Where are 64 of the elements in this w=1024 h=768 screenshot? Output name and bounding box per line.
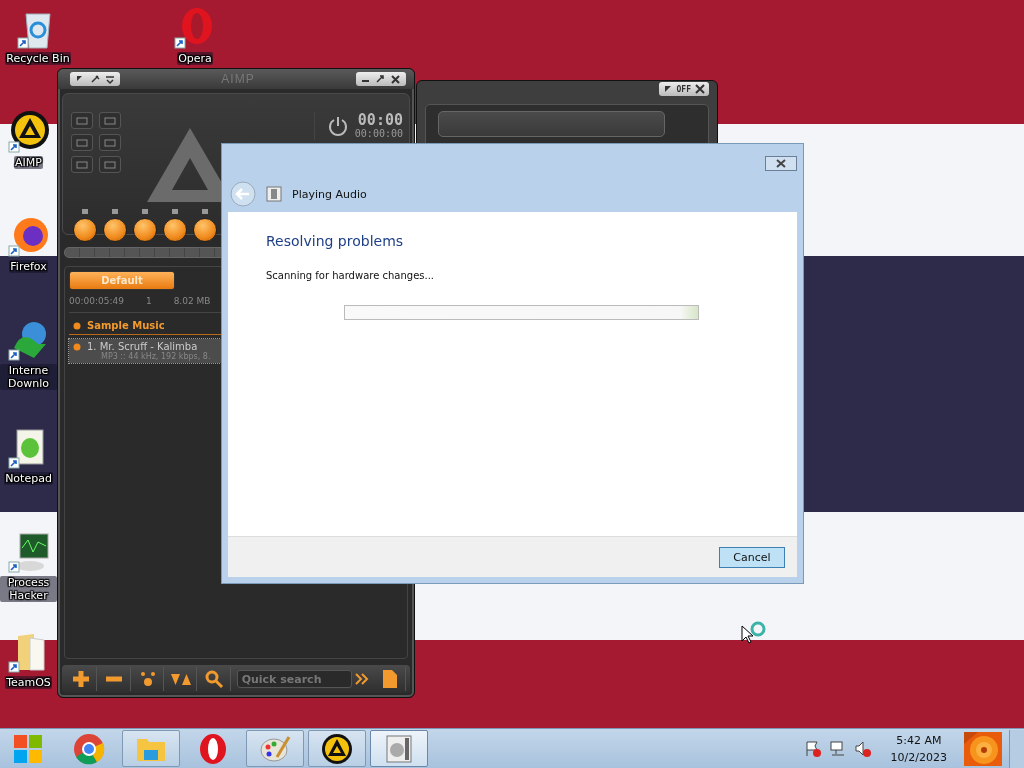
file-icon [381,669,398,689]
desktop-icon-label[interactable]: Firefox [9,260,48,273]
transport-button[interactable] [73,218,97,242]
rectangle-icon [75,159,89,170]
plus-icon [71,669,92,689]
equalizer-button-strip[interactable]: OFF [658,82,709,96]
group-dot-icon [73,321,81,330]
clock-time: 5:42 AM [896,732,942,749]
transport-symbol-icon [201,208,209,215]
rectangle-icon [103,159,117,170]
rectangle-icon [75,137,89,148]
rectangle-icon [75,115,89,126]
windows-logo-icon [13,733,43,764]
aimp-icon [321,732,353,765]
close-icon [776,158,786,168]
clock[interactable]: 5:42 AM 10/2/2023 [890,731,947,766]
transport-symbol-icon [141,208,149,215]
window-control-buttons[interactable] [356,72,406,86]
taskbar-button[interactable] [308,730,366,767]
transport-button[interactable] [163,218,187,242]
playlist-size: 8.02 MB [173,296,211,306]
desktop-icon-label[interactable]: Opera [177,52,213,65]
corner-icon [662,84,673,94]
track-dot-icon [73,342,81,351]
transport-button[interactable] [133,218,157,242]
power-icon[interactable] [326,115,349,137]
cancel-button[interactable]: Cancel [719,546,785,568]
clock-date: 10/2/2023 [890,749,947,766]
transport-symbol-icon [81,208,89,215]
playlist-duration: 00:00:05:49 [69,296,124,306]
desktop-icon-label[interactable]: AIMP [14,156,43,169]
opera-icon [197,732,229,765]
group-title[interactable]: Sample Music [87,320,165,331]
monitor-icon[interactable] [7,530,50,574]
close-button[interactable] [765,155,797,171]
transport-symbol-icon [171,208,179,215]
chrome-icon [73,732,105,765]
dialog-title: Playing Audio [292,187,367,201]
transport-button[interactable] [103,218,127,242]
aimp-icon[interactable] [7,110,50,154]
rectangle-icon [103,115,117,126]
time-display: 00:00 [357,112,403,128]
desktop-icon-label[interactable]: Recycle Bin [5,52,71,65]
transport-button[interactable] [193,218,217,242]
desktop-icon-label[interactable]: TeamOS [5,676,52,689]
status-text: Scanning for hardware changes... [266,270,436,281]
track-count: 1 [145,296,152,306]
search-icon [204,669,225,689]
dialog-heading: Resolving problems [266,233,405,249]
muted-volume-icon[interactable] [853,739,872,758]
desktop-icon-label[interactable]: Process Hacker [0,576,57,602]
network-icon[interactable] [828,739,847,758]
search-field[interactable]: Quick search [236,670,352,688]
close-icon [695,84,705,94]
transport-symbol-icon [111,208,119,215]
desktop-icon-label[interactable]: Notepad [4,472,53,485]
track-title: 1. Mr. Scruff - Kalimba [87,341,198,352]
total-time: 00:00:00 [354,128,403,140]
double-chevron-icon[interactable] [354,673,369,685]
flag-icon[interactable] [803,739,822,758]
desktop-icon-label[interactable]: Interne Downlo [0,364,57,390]
power-label: OFF [676,84,691,94]
rectangle-icon [103,137,117,148]
window-menu-buttons[interactable] [70,72,120,86]
